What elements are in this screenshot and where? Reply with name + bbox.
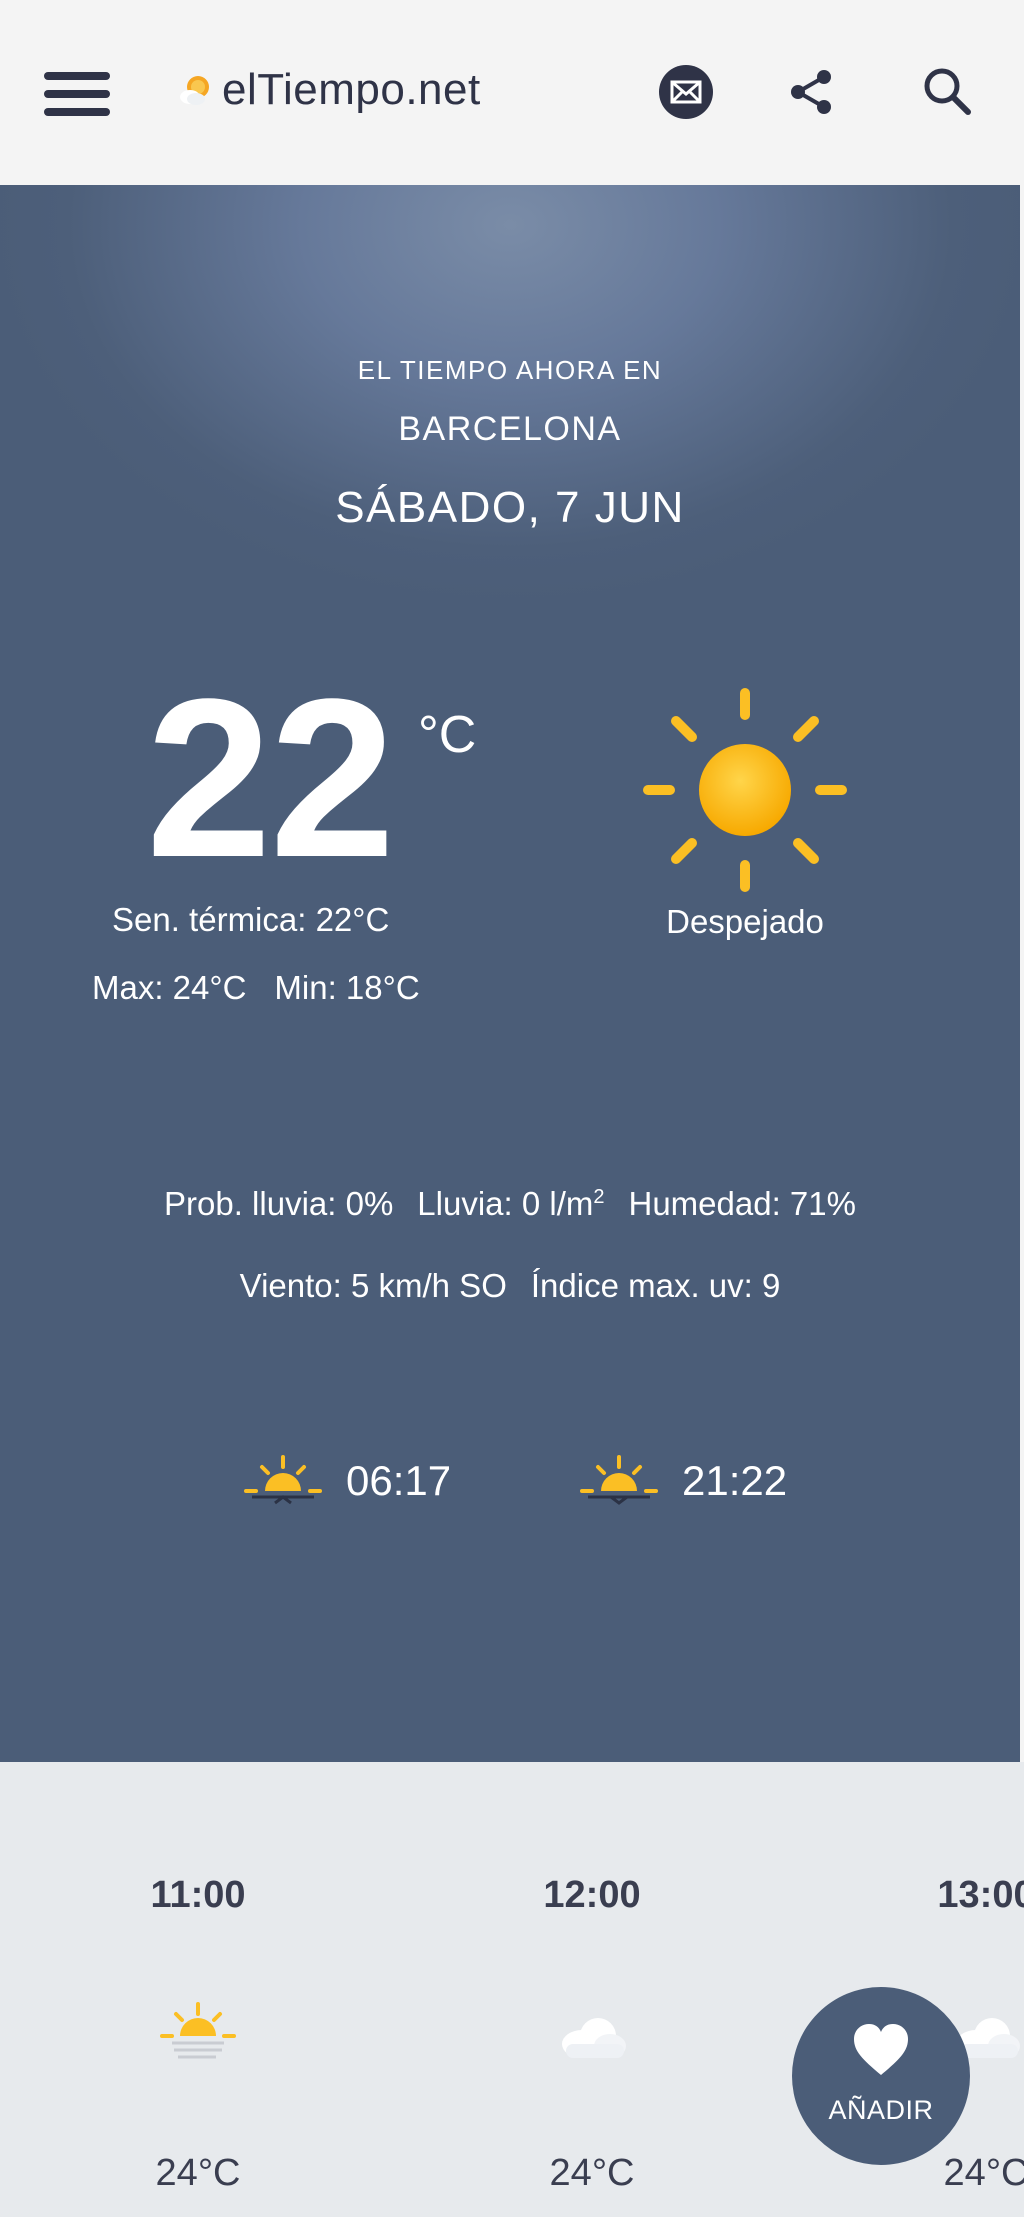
hour-temp: 24°C bbox=[549, 2152, 635, 2194]
humidity: Humedad: 71% bbox=[628, 1185, 856, 1222]
uv-index: Índice max. uv: 9 bbox=[530, 1267, 781, 1304]
current-weather-panel: EL TIEMPO AHORA EN BARCELONA SÁBADO, 7 J… bbox=[0, 185, 1020, 1762]
sunrise: 06:17 bbox=[242, 1453, 451, 1509]
min-temp: Min: 18°C bbox=[274, 969, 420, 1006]
current-temperature: 22 bbox=[146, 651, 395, 904]
sunset-time: 21:22 bbox=[682, 1457, 788, 1504]
hour-time: 13:00 bbox=[937, 1874, 1024, 1916]
cloud-icon bbox=[562, 2018, 626, 2058]
scrollbar[interactable] bbox=[1020, 185, 1024, 1762]
heart-icon bbox=[854, 2024, 908, 2075]
site-logo[interactable]: elTiempo.net bbox=[176, 60, 481, 120]
feels-like: Sen. térmica: 22°C bbox=[112, 901, 390, 938]
weather-condition: Despejado bbox=[666, 903, 824, 940]
sunrise-time: 06:17 bbox=[346, 1457, 452, 1504]
weather-details-row-1: Prob. lluvia: 0% Lluvia: 0 l/m2 Humedad: 7… bbox=[0, 1185, 1020, 1223]
rain-probability: Prob. lluvia: 0% bbox=[164, 1185, 394, 1222]
temperature-unit: °C bbox=[418, 706, 477, 764]
add-favorite-button[interactable]: AÑADIR bbox=[792, 1987, 970, 2165]
city-name: BARCELONA bbox=[398, 410, 622, 448]
top-bar: elTiempo.net bbox=[0, 0, 1024, 185]
search-icon[interactable] bbox=[918, 62, 978, 122]
rain-amount-value: Lluvia: 0 l/m bbox=[417, 1185, 594, 1222]
logo-icon bbox=[180, 76, 209, 105]
sun-icon bbox=[643, 688, 847, 892]
sunset: 21:22 bbox=[578, 1453, 787, 1509]
hour-temp: 24°C bbox=[155, 2152, 241, 2194]
rain-amount: Lluvia: 0 l/m2 bbox=[417, 1185, 604, 1222]
sunrise-icon bbox=[244, 1455, 322, 1505]
logo-text: elTiempo.net bbox=[222, 65, 481, 114]
now-label: EL TIEMPO AHORA EN bbox=[357, 355, 663, 385]
sun-haze-icon bbox=[160, 2002, 236, 2059]
mail-icon[interactable] bbox=[656, 62, 716, 122]
max-temp: Max: 24°C bbox=[92, 969, 247, 1006]
share-icon[interactable] bbox=[782, 62, 842, 122]
menu-icon[interactable] bbox=[44, 72, 110, 116]
current-date: SÁBADO, 7 JUN bbox=[335, 483, 685, 532]
sunset-icon bbox=[580, 1455, 658, 1505]
wind: Viento: 5 km/h SO bbox=[239, 1267, 507, 1304]
rain-unit-exponent: 2 bbox=[593, 1186, 605, 1208]
weather-details-row-2: Viento: 5 km/h SO Índice max. uv: 9 bbox=[0, 1267, 1020, 1305]
max-min: Max: 24°C Min: 18°C bbox=[92, 969, 448, 1007]
hour-time: 11:00 bbox=[150, 1874, 246, 1916]
hour-time: 12:00 bbox=[543, 1874, 641, 1916]
add-favorite-label: AÑADIR bbox=[828, 2095, 934, 2125]
